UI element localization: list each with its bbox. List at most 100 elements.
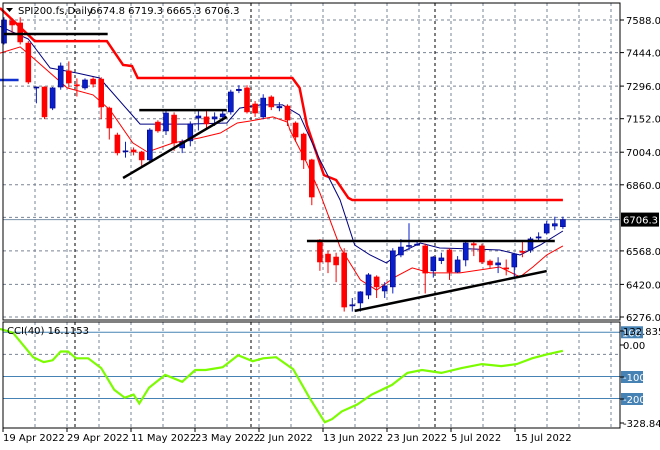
candle-body xyxy=(365,274,372,296)
candle-body xyxy=(147,129,153,161)
candle-body xyxy=(406,245,412,247)
candle-body xyxy=(130,149,137,153)
price-axis: 7588.0 7444.0 7296.0 7152.0 7004.0 6860.0 6568… xyxy=(620,16,660,324)
candle-body xyxy=(511,253,518,268)
bearish-candle xyxy=(479,243,485,265)
cci-tick-label: 132.8355 xyxy=(623,327,660,338)
time-tick-label: 19 Apr 2022 xyxy=(3,433,65,444)
bullish-candle xyxy=(49,87,56,111)
candle-body xyxy=(122,150,129,153)
bearish-candle xyxy=(422,243,429,294)
candle-body xyxy=(308,159,315,198)
candle-body xyxy=(479,245,485,263)
bullish-candle xyxy=(195,111,202,131)
dropdown-triangle-icon[interactable] xyxy=(6,8,13,12)
candle-body xyxy=(195,115,202,119)
price-tick-label: 7152.0 xyxy=(626,115,660,126)
time-axis: 19 Apr 2022 29 Apr 2022 11 May 202223 May … xyxy=(2,428,572,444)
candle-body xyxy=(90,78,96,85)
bullish-candle xyxy=(438,252,445,265)
price-tick-label: 7444.0 xyxy=(626,49,660,60)
candle-body xyxy=(519,251,526,253)
time-tick-label: 29 Apr 2022 xyxy=(67,433,129,444)
candle-body xyxy=(138,151,145,161)
bearish-candle xyxy=(487,259,493,269)
bullish-candle xyxy=(389,248,396,294)
bearish-candle xyxy=(25,41,32,85)
bearish-candle xyxy=(333,252,339,283)
candle-body xyxy=(446,249,453,273)
candle-body xyxy=(284,105,291,121)
candle-body xyxy=(163,112,169,132)
price-tick-label: 7588.0 xyxy=(626,16,660,27)
cci-tick-label: -100 xyxy=(623,373,646,384)
candle-body xyxy=(211,116,218,120)
indicator-lines xyxy=(0,7,564,291)
bullish-candle xyxy=(1,17,7,45)
cci-panel xyxy=(0,327,620,424)
bearish-candle xyxy=(373,275,380,298)
candle-body xyxy=(1,19,7,44)
candle-body xyxy=(276,106,283,109)
time-tick-label: 23 May 2022 xyxy=(195,433,260,444)
candle-body xyxy=(252,103,258,114)
price-tick-label: 7296.0 xyxy=(626,82,660,93)
candle-body xyxy=(260,97,267,118)
bearish-candle xyxy=(155,120,161,133)
time-tick-label: 11 May 2022 xyxy=(131,433,196,444)
bullish-candle xyxy=(462,240,469,267)
price-tick-label: 6420.0 xyxy=(626,280,660,291)
bullish-candle xyxy=(276,102,283,112)
bearish-candle xyxy=(325,250,331,274)
bearish-candle xyxy=(114,132,121,156)
cci-axis: 100132.83550.00-100-200-328.849 xyxy=(620,326,660,430)
bullish-candle xyxy=(228,89,234,115)
bearish-candle xyxy=(17,17,24,45)
bullish-candle xyxy=(495,257,501,274)
candle-body xyxy=(398,246,404,256)
candle-body xyxy=(33,86,40,89)
bearish-candle xyxy=(244,85,250,114)
trading-chart[interactable]: 7588.0 7444.0 7296.0 7152.0 7004.0 6860.0 6568… xyxy=(0,0,660,450)
candle-body xyxy=(495,262,501,266)
candle-body xyxy=(535,236,542,239)
candle-body xyxy=(203,116,210,125)
cci-tick-label: -200 xyxy=(623,395,646,406)
candle-body xyxy=(349,304,356,307)
cci-panel-frame xyxy=(2,321,621,429)
trendlines[interactable] xyxy=(0,32,555,313)
bearish-candle xyxy=(41,86,48,120)
candle-body xyxy=(373,276,380,288)
candle-body xyxy=(503,267,510,270)
bearish-candle xyxy=(284,104,291,126)
candle-body xyxy=(236,88,242,91)
bearish-candle xyxy=(130,147,137,156)
cci-tick-label: 0.00 xyxy=(623,341,645,352)
bearish-candle xyxy=(308,158,315,206)
candle-body xyxy=(292,122,299,138)
bullish-candle xyxy=(260,94,267,120)
price-tick-label: 7004.0 xyxy=(626,148,660,159)
price-tick-label: 6860.0 xyxy=(626,181,660,192)
bullish-candle xyxy=(511,252,518,278)
bullish-candle xyxy=(122,141,129,158)
bullish-candle xyxy=(454,256,461,274)
candle-body xyxy=(74,84,80,87)
bullish-candle xyxy=(82,78,88,90)
cci-tick-label: -328.849 xyxy=(623,419,660,430)
bullish-candle xyxy=(147,128,153,162)
candle-body xyxy=(462,242,469,261)
time-tick-label: 13 Jun 2022 xyxy=(323,433,383,444)
bullish-candle xyxy=(163,110,169,135)
bearish-candle xyxy=(268,95,275,111)
candle-body xyxy=(300,133,307,161)
blue-ma xyxy=(0,25,564,264)
candle-body xyxy=(438,257,445,261)
price-tick-label: 6568.0 xyxy=(626,247,660,258)
candle-body xyxy=(98,78,104,108)
candle-body xyxy=(333,256,339,266)
candles xyxy=(1,17,566,312)
candle-body xyxy=(66,70,72,84)
bearish-candle xyxy=(171,112,177,151)
bullish-candle xyxy=(551,216,558,231)
